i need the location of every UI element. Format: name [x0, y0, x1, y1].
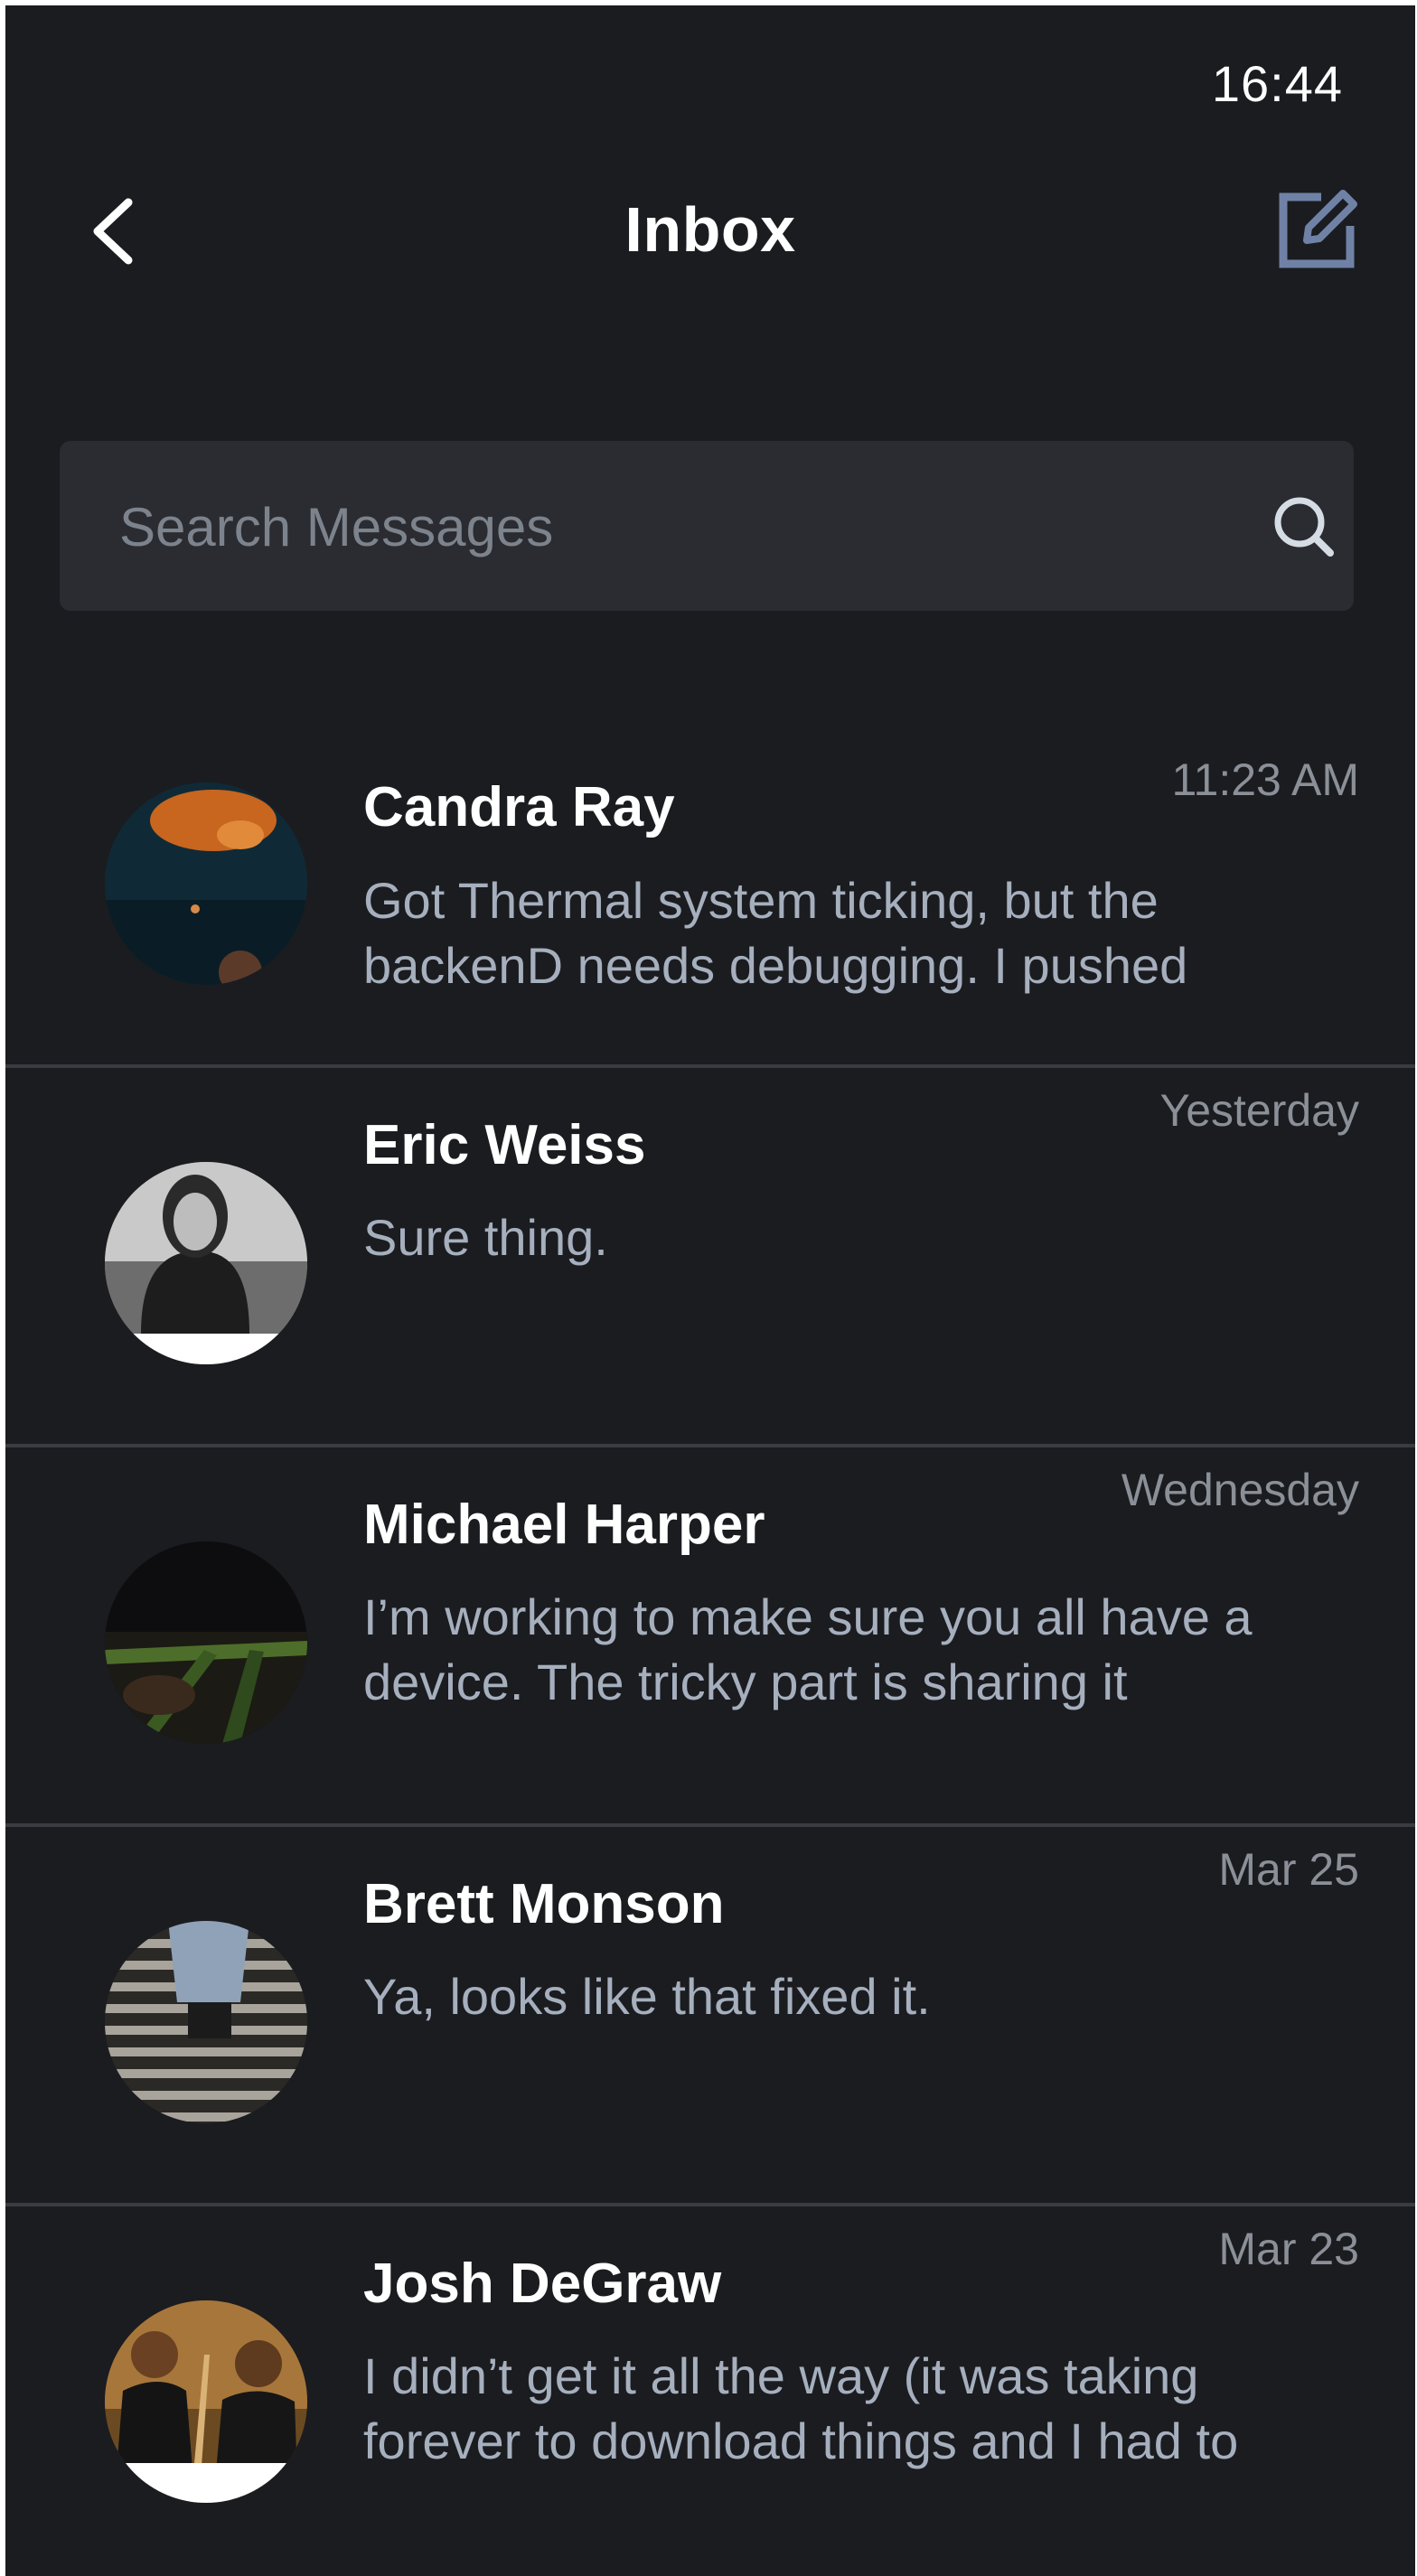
compose-button[interactable] [1274, 186, 1361, 273]
compose-icon [1279, 190, 1357, 268]
message-preview: I didn’t get it all the way (it was taki… [363, 2347, 1239, 2469]
sender-name: Michael Harper [363, 1494, 765, 1556]
avatar [105, 1921, 307, 2123]
message-row[interactable]: Eric Weiss Yesterday Sure thing. [5, 1064, 1415, 1444]
status-time: 16:44 [1211, 55, 1343, 112]
message-time: Yesterday [1159, 1085, 1359, 1136]
avatar [105, 2300, 307, 2503]
message-preview: Sure thing. [363, 1209, 608, 1266]
message-time: Mar 25 [1218, 1844, 1359, 1895]
message-time: Wednesday [1121, 1465, 1359, 1515]
message-row[interactable]: Michael Harper Wednesday I’m working to … [5, 1444, 1415, 1823]
sender-name: Eric Weiss [363, 1114, 646, 1176]
sender-name: Brett Monson [363, 1873, 725, 1935]
message-preview: I’m working to make sure you all have a … [363, 1588, 1253, 1710]
message-row[interactable]: Candra Ray 11:23 AM Got Thermal system t… [5, 710, 1415, 1064]
search-input[interactable] [119, 486, 1204, 567]
page-title: Inbox [624, 194, 796, 265]
sender-name: Josh DeGraw [363, 2253, 722, 2315]
message-row[interactable]: Brett Monson Mar 25 Ya, looks like that … [5, 1823, 1415, 2203]
inbox-screen: 16:44 Inbox Search Messages Candra Ray 1… [5, 5, 1415, 2576]
avatar [105, 782, 307, 985]
message-preview: Got Thermal system ticking, but the back… [363, 872, 1188, 994]
message-time: Mar 23 [1218, 2224, 1359, 2274]
avatar [105, 1541, 307, 1744]
message-row[interactable]: Josh DeGraw Mar 23 I didn’t get it all t… [5, 2203, 1415, 2576]
message-time: 11:23 AM [1171, 754, 1359, 805]
avatar [105, 1162, 307, 1364]
message-preview: Ya, looks like that fixed it. [363, 1968, 931, 2025]
search-icon[interactable] [1271, 493, 1337, 560]
message-list: Candra Ray 11:23 AM Got Thermal system t… [5, 710, 1415, 2576]
search-bar [60, 441, 1354, 611]
sender-name: Candra Ray [363, 776, 675, 838]
